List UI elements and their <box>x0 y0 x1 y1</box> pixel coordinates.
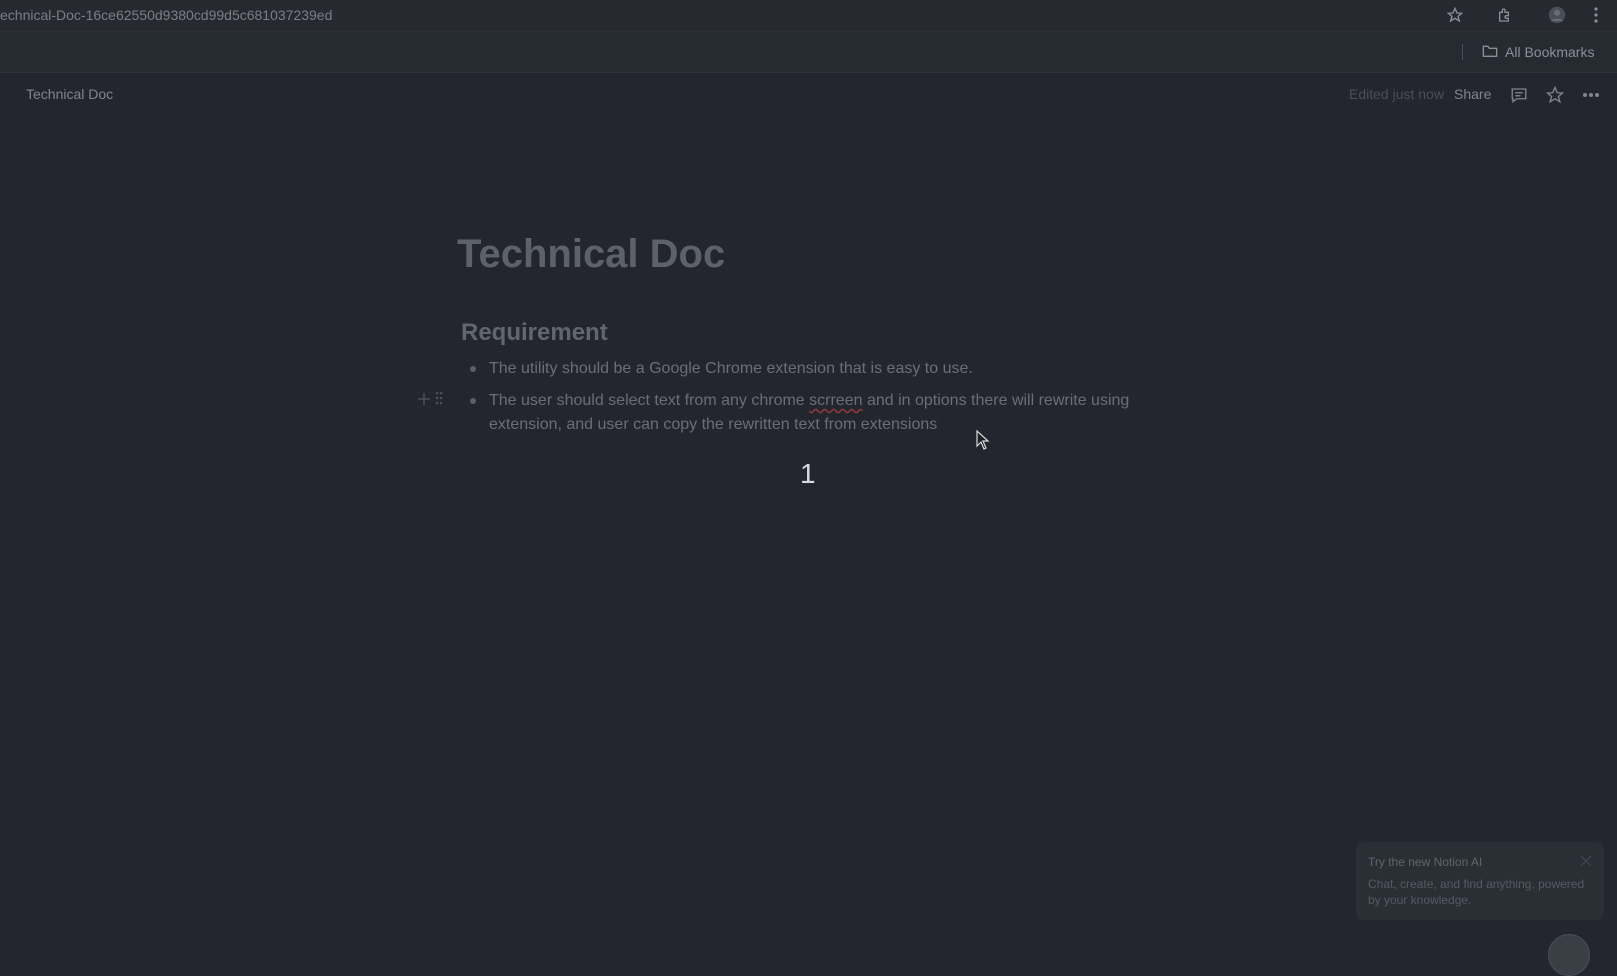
extensions-icon[interactable] <box>1495 5 1515 25</box>
list-item-text: and in options there will rewrite using <box>862 392 1130 409</box>
block-handle[interactable] <box>418 391 443 410</box>
all-bookmarks-button[interactable]: All Bookmarks <box>1482 41 1594 63</box>
favorite-star-icon[interactable] <box>1543 83 1567 107</box>
bookmarks-divider <box>1462 44 1463 60</box>
share-button[interactable]: Share <box>1454 86 1491 102</box>
bookmark-star-icon[interactable] <box>1445 5 1465 25</box>
all-bookmarks-label: All Bookmarks <box>1505 44 1595 60</box>
bullet-dot <box>470 398 476 404</box>
page-number: 1 <box>800 458 816 489</box>
address-bar[interactable]: echnical-Doc-16ce62550d9380cd99d5c681037… <box>0 7 332 23</box>
edited-status: Edited just now <box>1349 86 1444 102</box>
page-title[interactable]: Technical Doc <box>457 232 725 277</box>
browser-toolbar: echnical-Doc-16ce62550d9380cd99d5c681037… <box>0 0 1617 32</box>
ai-popup-title: Try the new Notion AI <box>1368 855 1483 869</box>
ai-popup-body: Chat, create, and find anything, powered… <box>1368 877 1585 907</box>
drag-handle-icon[interactable] <box>435 391 443 410</box>
list-item[interactable]: The user should select text from any chr… <box>489 389 1129 413</box>
close-icon[interactable] <box>1580 854 1594 868</box>
help-button[interactable] <box>1548 934 1590 976</box>
misspelled-word: scrreen <box>809 392 863 409</box>
breadcrumb[interactable]: Technical Doc <box>26 86 113 102</box>
add-block-icon[interactable] <box>418 392 430 410</box>
section-heading[interactable]: Requirement <box>461 319 608 347</box>
profile-avatar-icon[interactable] <box>1547 5 1567 25</box>
comments-icon[interactable] <box>1507 83 1531 107</box>
notion-ai-popup[interactable]: Try the new Notion AI Chat, create, and … <box>1356 842 1604 920</box>
bullet-dot <box>470 366 476 372</box>
notion-topbar: Technical Doc Edited just now Share <box>0 73 1617 117</box>
bookmarks-bar <box>0 32 1617 73</box>
mouse-cursor-icon <box>976 429 990 455</box>
list-item-continuation[interactable]: extension, and user can copy the rewritt… <box>489 413 937 437</box>
folder-icon <box>1482 44 1498 61</box>
more-options-icon[interactable] <box>1579 83 1603 107</box>
list-item[interactable]: The utility should be a Google Chrome ex… <box>489 357 973 381</box>
list-item-text: The user should select text from any chr… <box>489 392 810 409</box>
browser-menu-icon[interactable] <box>1586 5 1606 25</box>
